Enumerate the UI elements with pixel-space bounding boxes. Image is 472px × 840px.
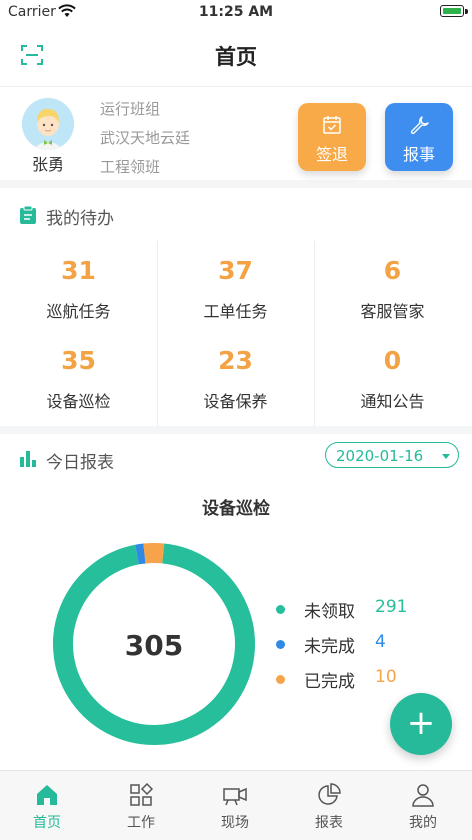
- caret-down-icon: [442, 454, 450, 459]
- todo-count: 31: [61, 256, 96, 285]
- pie-chart-icon: [318, 783, 341, 805]
- legend-name: 未领取: [304, 602, 355, 622]
- todo-label: 设备保养: [203, 392, 268, 411]
- tab-reports[interactable]: 报表: [282, 771, 376, 840]
- wrench-icon: [410, 116, 429, 135]
- donut-center-value: 305: [125, 629, 183, 662]
- legend-name: 未完成: [304, 637, 355, 657]
- battery-icon: [440, 5, 464, 17]
- profile-card: 张勇 运行班组 武汉天地云廷 工程领班 签退 报事: [0, 87, 472, 180]
- chart-title: 设备巡检: [202, 499, 270, 519]
- legend-value: 291: [375, 597, 408, 617]
- todo-count: 35: [61, 346, 96, 375]
- status-time: 11:25 AM: [198, 4, 274, 20]
- battery-tip: [465, 9, 468, 14]
- avatar-illustration: [22, 98, 74, 150]
- todo-item-customer-service[interactable]: 6 客服管家: [314, 256, 471, 322]
- sign-out-label: 签退: [315, 145, 348, 164]
- date-picker[interactable]: 2020-01-16: [325, 442, 459, 468]
- todo-count: 6: [383, 256, 402, 285]
- todo-item-notice[interactable]: 0 通知公告: [314, 346, 471, 412]
- report-title: 今日报表: [46, 453, 114, 473]
- tab-label: 报表: [315, 815, 343, 831]
- donut-slice: [143, 543, 165, 564]
- tab-label: 首页: [33, 815, 61, 831]
- avatar[interactable]: [22, 98, 74, 150]
- apps-icon: [130, 783, 153, 806]
- tab-label: 我的: [409, 815, 437, 831]
- todo-label: 通知公告: [360, 392, 425, 411]
- donut-chart: 305: [53, 543, 255, 745]
- nav-bar: 首页: [0, 24, 472, 87]
- legend-value: 4: [375, 632, 386, 652]
- todo-label: 设备巡检: [46, 392, 111, 411]
- todo-count: 37: [218, 256, 253, 285]
- todo-item-equipment-maintenance[interactable]: 23 设备保养: [157, 346, 314, 412]
- todo-item-equipment-inspection[interactable]: 35 设备巡检: [0, 346, 157, 412]
- user-name: 张勇: [31, 155, 64, 174]
- camera-icon: [223, 787, 247, 806]
- legend-name: 已完成: [304, 672, 355, 692]
- report-issue-button[interactable]: 报事: [385, 103, 453, 171]
- legend-dot: [276, 640, 285, 649]
- todo-item-work-order[interactable]: 37 工单任务: [157, 256, 314, 322]
- legend-dot: [276, 675, 285, 684]
- todo-label: 工单任务: [203, 302, 268, 321]
- tab-bar: 首页 工作 现场 报表 我的: [0, 770, 472, 840]
- todo-section: 我的待办 31 巡航任务 37 工单任务 6 客服管家 35 设备巡检 23 设…: [0, 188, 472, 426]
- user-role: 工程领班: [100, 158, 161, 176]
- user-project: 武汉天地云廷: [100, 129, 191, 147]
- sign-out-button[interactable]: 签退: [298, 103, 366, 171]
- todo-count: 0: [383, 346, 402, 375]
- bar-chart-icon: [20, 451, 36, 467]
- tab-work[interactable]: 工作: [94, 771, 188, 840]
- todo-label: 巡航任务: [46, 302, 111, 321]
- todo-title: 我的待办: [46, 209, 114, 229]
- clipboard-icon: [20, 205, 36, 224]
- todo-item-patrol[interactable]: 31 巡航任务: [0, 256, 157, 322]
- calendar-check-icon: [323, 116, 341, 134]
- todo-count: 23: [218, 346, 253, 375]
- status-bar: Carrier 11:25 AM: [0, 0, 472, 24]
- user-team: 运行班组: [100, 100, 161, 118]
- date-value: 2020-01-16: [336, 447, 424, 465]
- tab-home[interactable]: 首页: [0, 771, 94, 840]
- legend-dot: [276, 605, 285, 614]
- page-title: 首页: [215, 45, 257, 69]
- donut-slice: [135, 543, 146, 565]
- report-issue-label: 报事: [402, 145, 435, 164]
- tab-me[interactable]: 我的: [376, 771, 470, 840]
- add-button[interactable]: +: [390, 693, 452, 755]
- home-icon: [37, 785, 57, 805]
- tab-site[interactable]: 现场: [188, 771, 282, 840]
- tab-label: 工作: [127, 815, 155, 831]
- user-icon: [412, 784, 434, 807]
- todo-label: 客服管家: [360, 302, 425, 321]
- tab-label: 现场: [221, 815, 249, 831]
- legend-value: 10: [375, 667, 397, 687]
